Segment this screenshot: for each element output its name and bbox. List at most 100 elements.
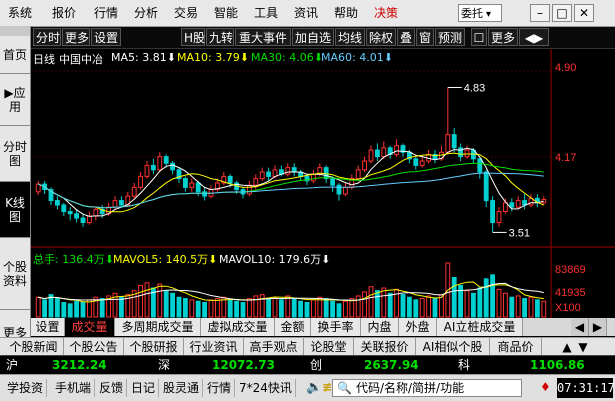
consign-dropdown[interactable]: 委托 ▾ <box>458 4 502 22</box>
tb-more2-button[interactable]: 更多 <box>488 28 518 46</box>
subtab-multi-period-volume[interactable]: 多周期成交量 <box>115 318 201 336</box>
minimize-button[interactable]: – <box>530 4 550 22</box>
candle <box>67 207 73 221</box>
status-guling[interactable]: 股灵通 <box>160 379 204 397</box>
vol-total-legend: 总手: 136.4万⬇ <box>33 253 114 266</box>
menu-item-smart[interactable]: 智能 <box>214 0 238 26</box>
mavol10-name: MAVOL10 <box>219 253 272 266</box>
leftnav-home-label: 首页 <box>2 47 27 62</box>
tb-pin-button[interactable]: ◀▶ <box>519 28 549 46</box>
bell-icon[interactable]: ♦ <box>540 380 551 394</box>
candle-body <box>374 149 380 158</box>
news-industry[interactable]: 行业资讯 <box>184 338 244 356</box>
volume-bar <box>278 299 284 318</box>
candle <box>86 211 92 225</box>
status-learn-invest[interactable]: 学投资 <box>4 379 48 397</box>
leftnav-kline-label: K线图 <box>5 195 25 224</box>
tb-settings-button[interactable]: 设置 <box>91 28 121 46</box>
index-cy-value[interactable]: 2637.94 <box>364 356 419 375</box>
volume-bar <box>272 296 278 318</box>
subtab-ai-volume[interactable]: AI立桩成交量 <box>437 318 523 336</box>
candle-body <box>253 178 259 186</box>
tb-ma-button[interactable]: 均线 <box>335 28 365 46</box>
tb-timeshare-button[interactable]: 分时 <box>33 28 61 46</box>
tb-ninturn-button[interactable]: 九转 <box>206 28 234 46</box>
news-ai-similar[interactable]: AI相似个股 <box>416 338 490 356</box>
maximize-button[interactable]: □ <box>552 4 572 22</box>
speaker-icon[interactable]: 🔈 <box>306 380 322 395</box>
leftnav-stock-profile[interactable]: 个股资料 <box>0 238 30 310</box>
leftnav-timeshare[interactable]: 分时图 <box>0 126 30 182</box>
subtab-amount[interactable]: 金额 <box>275 318 311 336</box>
news-stock-announce[interactable]: 个股公告 <box>64 338 124 356</box>
tb-forecast-button[interactable]: 预测 <box>435 28 465 46</box>
menu-item-help[interactable]: 帮助 <box>334 0 358 26</box>
menu-item-system[interactable]: 系统 <box>8 0 32 26</box>
volume-bar <box>99 298 105 318</box>
subtab-turnover[interactable]: 换手率 <box>311 318 361 336</box>
index-sz-value[interactable]: 12072.73 <box>212 356 275 375</box>
subtab-virtual-volume[interactable]: 虚拟成交量 <box>201 318 275 336</box>
leftnav-kline[interactable]: K线图 <box>0 182 30 238</box>
leftnav-apps[interactable]: ▶应用 <box>0 74 30 126</box>
menu-item-tools[interactable]: 工具 <box>254 0 278 26</box>
tb-window-button[interactable]: 窗 <box>416 28 434 46</box>
news-expert-view[interactable]: 高手观点 <box>244 338 304 356</box>
kline-chart[interactable]: 日线 中国中冶 MA5: 3.81⬇ MA10: 3.79⬇ MA30: 4.0… <box>31 49 615 319</box>
volume-bar <box>515 295 521 318</box>
index-sh-value[interactable]: 3212.24 <box>52 356 107 375</box>
price-tick-top: 4.90 <box>555 62 576 74</box>
subtab-inner[interactable]: 内盘 <box>361 318 399 336</box>
menu-item-analysis[interactable]: 分析 <box>134 0 158 26</box>
candle-body <box>195 182 201 193</box>
menu-item-trade[interactable]: 交易 <box>174 0 198 26</box>
tb-addfav-button[interactable]: 加自选 <box>292 28 334 46</box>
volume-bars-group <box>35 262 547 318</box>
subtab-volume[interactable]: 成交量 <box>65 318 115 336</box>
chevron-down-icon: ▾ <box>486 9 492 20</box>
volume-bar <box>355 295 361 318</box>
close-button[interactable]: ✕ <box>574 4 594 22</box>
candle-body <box>118 200 124 206</box>
candle <box>541 196 547 205</box>
candle <box>528 193 534 208</box>
scroll-right-icon[interactable]: ▶ <box>589 318 607 336</box>
status-feedback[interactable]: 反馈 <box>96 379 128 397</box>
menu-item-quote[interactable]: 报价 <box>52 0 76 26</box>
subtab-outer[interactable]: 外盘 <box>399 318 437 336</box>
status-market[interactable]: 行情 <box>204 379 236 397</box>
menu-item-market[interactable]: 行情 <box>94 0 118 26</box>
menu-item-decision[interactable]: 决策 <box>374 0 398 26</box>
scroll-up-icon[interactable]: ▲ <box>560 338 574 356</box>
scroll-left-icon[interactable]: ◀ <box>571 318 589 336</box>
tb-events-button[interactable]: 重大事件 <box>235 28 291 46</box>
tb-more-button[interactable]: 更多 <box>62 28 90 46</box>
candle <box>464 145 470 159</box>
checkbox-icon[interactable]: ☐ <box>471 28 487 46</box>
news-stock-news[interactable]: 个股新闻 <box>4 338 64 356</box>
volume-bar <box>176 296 182 318</box>
leftnav-home[interactable]: 首页 <box>0 36 30 74</box>
news-stock-research[interactable]: 个股研报 <box>124 338 184 356</box>
high-mark-label: 4.83 <box>464 82 485 94</box>
leftnav-timeshare-label: 分时图 <box>2 139 27 168</box>
volume-bar <box>80 302 86 318</box>
candle-body <box>35 183 41 193</box>
subtab-settings[interactable]: 设置 <box>31 318 65 336</box>
menu-item-news[interactable]: 资讯 <box>294 0 318 26</box>
status-diary[interactable]: 日记 <box>128 379 160 397</box>
news-forum[interactable]: 论股堂 <box>304 338 354 356</box>
tb-exright-button[interactable]: 除权 <box>366 28 396 46</box>
tb-hshare-button[interactable]: H股 <box>181 28 205 46</box>
tb-overlay-button[interactable]: 叠 <box>397 28 415 46</box>
index-kc-value[interactable]: 1106.86 <box>530 356 585 375</box>
status-7x24-news[interactable]: 7*24快讯 <box>236 379 296 397</box>
status-mobile[interactable]: 手机端 <box>52 379 96 397</box>
candle <box>445 87 451 155</box>
news-related-quote[interactable]: 关联报价 <box>354 338 416 356</box>
news-commodity[interactable]: 商品价 <box>490 338 542 356</box>
candle <box>534 193 540 208</box>
candle-body <box>330 178 336 186</box>
code-search-input[interactable]: 🔍 代码/名称/简拼/功能 <box>332 379 522 397</box>
scroll-down-icon[interactable]: ▼ <box>576 338 590 356</box>
